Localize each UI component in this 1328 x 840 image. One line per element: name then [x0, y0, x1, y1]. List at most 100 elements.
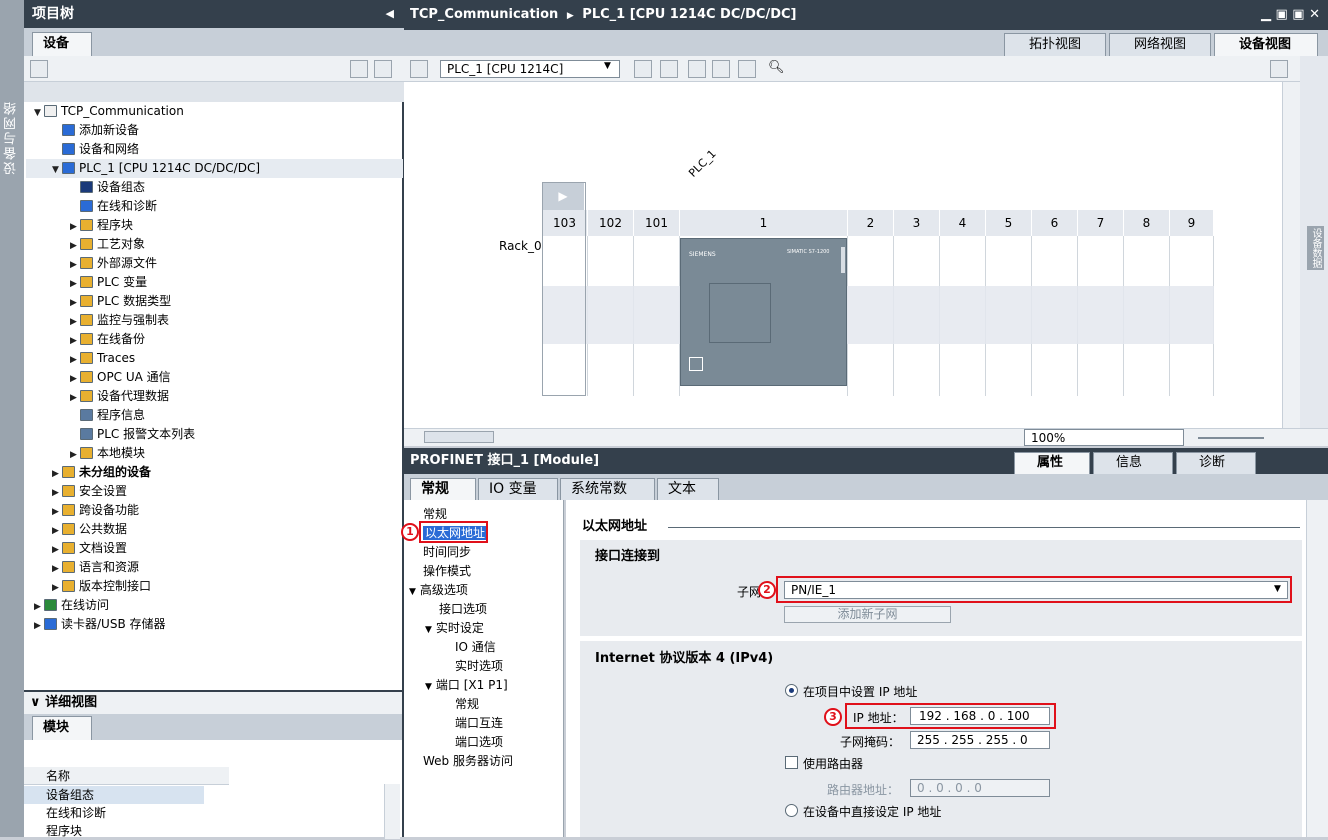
detail-row[interactable]: 程序块: [24, 822, 204, 840]
tree-item[interactable]: ▶ 在线备份: [26, 330, 403, 349]
tab-topology-view[interactable]: 拓扑视图: [1004, 33, 1106, 57]
slot-header[interactable]: 7: [1078, 210, 1124, 236]
tree-item[interactable]: ▶ OPC UA 通信: [26, 368, 403, 387]
tree-item[interactable]: ▶ 未分组的设备: [26, 463, 403, 482]
grid-icon[interactable]: [712, 60, 730, 78]
panel-icon[interactable]: [1270, 60, 1288, 78]
tree-item[interactable]: ▶ PLC 数据类型: [26, 292, 403, 311]
tree-item[interactable]: ▶ 程序块: [26, 216, 403, 235]
tree-item[interactable]: 添加新设备: [26, 121, 403, 140]
new-item-icon[interactable]: [30, 60, 48, 78]
collapse-icon[interactable]: ◀: [386, 0, 394, 28]
properties-nav-item[interactable]: ▼ 端口 [X1 P1]: [425, 676, 508, 693]
tab-properties[interactable]: 属性: [1014, 452, 1090, 474]
properties-nav-item[interactable]: 常规: [441, 695, 479, 712]
detail-scrollbar[interactable]: [384, 784, 400, 839]
detail-column-header[interactable]: 名称: [24, 767, 229, 785]
add-subnet-button[interactable]: 添加新子网: [784, 606, 951, 623]
hscroll-thumb[interactable]: [424, 431, 494, 443]
cpu-module[interactable]: SIEMENS SIMATIC S7-1200: [680, 238, 847, 386]
window-controls[interactable]: ▁ ▣ ▣ ✕: [1261, 0, 1320, 30]
slot-header[interactable]: 1: [680, 210, 848, 236]
name-label-icon[interactable]: [660, 60, 678, 78]
tree-item[interactable]: ▶ 在线访问: [26, 596, 403, 615]
properties-tab[interactable]: 常规: [410, 478, 476, 500]
zoom-select[interactable]: 100%: [1024, 429, 1184, 446]
tree-item[interactable]: ▶ 监控与强制表: [26, 311, 403, 330]
use-router-checkbox[interactable]: [785, 756, 798, 769]
slot-header[interactable]: 6: [1032, 210, 1078, 236]
tree-item[interactable]: ▶ PLC 变量: [26, 273, 403, 292]
breadcrumb-project[interactable]: TCP_Communication: [410, 7, 558, 22]
tree-item[interactable]: ▶ 读卡器/USB 存储器: [26, 615, 403, 634]
tree-view-icon[interactable]: [350, 60, 368, 78]
tree-export-icon[interactable]: [374, 60, 392, 78]
device-view-icon[interactable]: [410, 60, 428, 78]
tree-item[interactable]: ▶ 语言和资源: [26, 558, 403, 577]
slot-header[interactable]: 4: [940, 210, 986, 236]
radio-device-ip[interactable]: [785, 804, 798, 817]
tree-item[interactable]: 设备和网络: [26, 140, 403, 159]
properties-tab[interactable]: IO 变量: [478, 478, 558, 500]
tree-item[interactable]: PLC 报警文本列表: [26, 425, 403, 444]
tree-item[interactable]: ▶ 跨设备功能: [26, 501, 403, 520]
properties-nav-item[interactable]: Web 服务器访问: [409, 752, 513, 769]
zoom-slider[interactable]: [1198, 437, 1264, 439]
slot-header[interactable]: 101: [634, 210, 680, 236]
tree-item[interactable]: ▶ 工艺对象: [26, 235, 403, 254]
slot-header[interactable]: 5: [986, 210, 1032, 236]
tab-diagnostics[interactable]: 诊断: [1176, 452, 1256, 474]
detail-row[interactable]: 在线和诊断: [24, 804, 204, 822]
tab-network-view[interactable]: 网络视图: [1109, 33, 1211, 57]
radio-project-ip[interactable]: [785, 684, 798, 697]
properties-nav-item[interactable]: 时间同步: [409, 543, 471, 560]
tree-item[interactable]: 程序信息: [26, 406, 403, 425]
drawing-icon[interactable]: [688, 60, 706, 78]
properties-nav-item[interactable]: 常规: [409, 505, 447, 522]
slot-header[interactable]: 8: [1124, 210, 1170, 236]
tree-item[interactable]: ▶ 外部源文件: [26, 254, 403, 273]
tree-item[interactable]: ▼ PLC_1 [CPU 1214C DC/DC/DC]: [26, 159, 403, 178]
properties-nav-item[interactable]: 端口互连: [441, 714, 503, 731]
properties-tab[interactable]: 系统常数: [560, 478, 655, 500]
device-select[interactable]: PLC_1 [CPU 1214C]: [440, 60, 620, 78]
chevron-down-icon[interactable]: ▼: [604, 61, 611, 71]
detail-row[interactable]: 设备组态: [24, 786, 204, 804]
zoom-icon[interactable]: 🔍︎: [768, 60, 785, 75]
slot-header[interactable]: 3: [894, 210, 940, 236]
tree-item[interactable]: 设备组态: [26, 178, 403, 197]
slot-header[interactable]: 102: [588, 210, 634, 236]
tab-device-view[interactable]: 设备视图: [1214, 33, 1318, 57]
properties-nav-item[interactable]: 实时选项: [441, 657, 503, 674]
chevron-down-icon[interactable]: ▼: [425, 682, 432, 692]
chevron-down-icon[interactable]: ▼: [425, 625, 432, 635]
breadcrumb-device[interactable]: PLC_1 [CPU 1214C DC/DC/DC]: [582, 7, 796, 22]
tree-item[interactable]: ▶ 设备代理数据: [26, 387, 403, 406]
tab-devices[interactable]: 设备: [32, 32, 92, 56]
chevron-down-icon[interactable]: ▼: [409, 587, 416, 597]
subnet-mask-field[interactable]: 255 . 255 . 255 . 0: [910, 731, 1050, 749]
slot-header[interactable]: 9: [1170, 210, 1214, 236]
slot-header[interactable]: 2: [848, 210, 894, 236]
properties-vscrollbar[interactable]: [1306, 500, 1328, 837]
properties-nav-item[interactable]: 接口选项: [425, 600, 487, 617]
tab-modules[interactable]: 模块: [32, 716, 92, 740]
canvas-vscrollbar[interactable]: [1282, 82, 1300, 428]
tree-item[interactable]: ▶ 文档设置: [26, 539, 403, 558]
tree-item[interactable]: ▶ 本地模块: [26, 444, 403, 463]
properties-nav-item[interactable]: ▼ 实时设定: [425, 619, 484, 636]
properties-nav-item[interactable]: 端口选项: [441, 733, 503, 750]
properties-nav-item[interactable]: 操作模式: [409, 562, 471, 579]
chevron-right-icon[interactable]: ▶: [34, 617, 44, 636]
router-address-field[interactable]: 0 . 0 . 0 . 0: [910, 779, 1050, 797]
detail-view-header[interactable]: ∨ 详细视图: [24, 692, 402, 714]
tree-item[interactable]: ▶ 版本控制接口: [26, 577, 403, 596]
tree-item[interactable]: 在线和诊断: [26, 197, 403, 216]
devices-networks-side-tab[interactable]: 设备与网络: [0, 0, 24, 837]
properties-nav-item[interactable]: IO 通信: [441, 638, 496, 655]
tree-item[interactable]: ▶ 公共数据: [26, 520, 403, 539]
tree-item[interactable]: ▶ 安全设置: [26, 482, 403, 501]
properties-tab[interactable]: 文本: [657, 478, 719, 500]
tree-item[interactable]: ▼ TCP_Communication: [26, 102, 403, 121]
device-data-side-tab[interactable]: 设备数据: [1300, 56, 1328, 446]
